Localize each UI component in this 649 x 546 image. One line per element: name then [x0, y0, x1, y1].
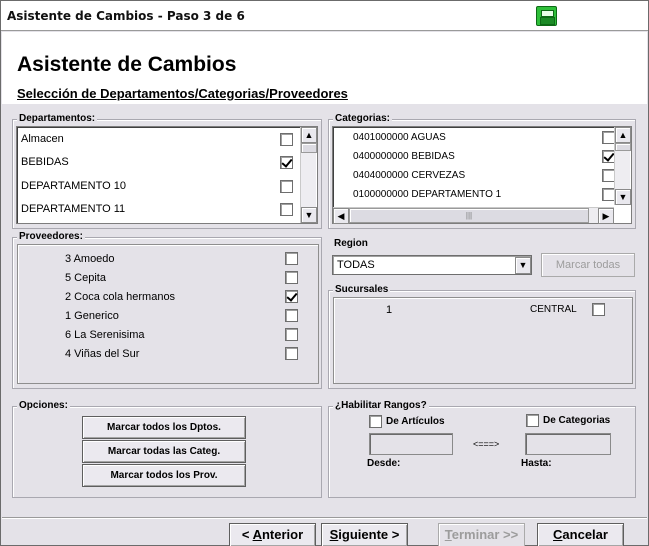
list-item-label: 6 La Serenisima [65, 329, 145, 341]
scroll-down-icon[interactable]: ▼ [615, 189, 631, 205]
sucursales-label: Sucursales [333, 284, 391, 295]
list-item-label: BEBIDAS [21, 156, 69, 168]
categorias-group: Categorias: 0401000000 AGUAS 0400000000 … [328, 113, 636, 229]
proveedores-group: Proveedores: 3 Amoedo 5 Cepita 2 Coca co… [12, 231, 322, 389]
list-item-label: 3 Amoedo [65, 253, 115, 265]
departamentos-group: Departamentos: Almacen BEBIDAS DEPARTAME… [12, 113, 322, 229]
sucursal-id: 1 [386, 304, 393, 316]
proveedor-checkbox[interactable] [285, 328, 298, 341]
desde-label: Desde: [367, 458, 401, 469]
scroll-up-icon[interactable]: ▲ [615, 127, 631, 143]
header-panel: Asistente de Cambios Selección de Depart… [2, 32, 647, 104]
rango-desde-input[interactable] [369, 433, 453, 455]
marcar-todas-button[interactable]: Marcar todas [541, 253, 635, 277]
region-selected-value: TODAS [337, 259, 375, 271]
range-arrow: <===> [473, 439, 500, 449]
categorias-hscrollbar[interactable]: ◀ ||| ▶ [333, 207, 614, 224]
rango-categorias-label: De Categorias [543, 415, 611, 426]
departamento-checkbox[interactable] [280, 180, 293, 193]
terminar-button[interactable]: Terminar >> [438, 523, 525, 546]
list-item-label: 0401000000 AGUAS [353, 132, 446, 143]
cancelar-accesskey: C [553, 527, 563, 542]
cancelar-label: ancelar [562, 527, 608, 542]
list-item-label: DEPARTAMENTO 10 [21, 180, 126, 192]
list-item-label: 0100000000 DEPARTAMENTO 1 [353, 189, 502, 200]
rango-articulos-checkbox[interactable] [369, 415, 382, 428]
scroll-right-icon[interactable]: ▶ [598, 208, 614, 224]
cancelar-button[interactable]: Cancelar [537, 523, 624, 546]
wizard-window: Asistente de Cambios - Paso 3 de 6 Asist… [0, 0, 649, 546]
marcar-todos-dptos-button[interactable]: Marcar todos los Dptos. [82, 416, 246, 439]
sucursal-name: CENTRAL [530, 304, 577, 315]
list-item-label: Almacen [21, 133, 64, 145]
scroll-down-icon[interactable]: ▼ [301, 207, 317, 223]
proveedor-checkbox[interactable] [285, 271, 298, 284]
categorias-vscrollbar[interactable]: ▲ ▼ [614, 127, 631, 205]
opciones-group: Opciones: Marcar todos los Dptos. Marcar… [12, 400, 322, 498]
rangos-label: ¿Habilitar Rangos? [333, 400, 429, 411]
marcar-todos-prov-button[interactable]: Marcar todos los Prov. [82, 464, 246, 487]
list-item-label: DEPARTAMENTO 11 [21, 203, 126, 215]
terminar-suffix: >> [499, 527, 519, 542]
list-item-label: 5 Cepita [65, 272, 106, 284]
anterior-prefix: < [241, 527, 253, 542]
departamentos-list[interactable]: Almacen BEBIDAS DEPARTAMENTO 10 DEPARTAM… [16, 126, 318, 224]
rangos-group: ¿Habilitar Rangos? De Artículos De Categ… [328, 400, 636, 498]
scroll-left-icon[interactable]: ◀ [333, 208, 349, 224]
siguiente-accesskey: S [329, 527, 339, 542]
terminar-accesskey: T [444, 527, 452, 542]
sucursal-checkbox[interactable] [592, 303, 605, 316]
list-item-label: 0400000000 BEBIDAS [353, 151, 455, 162]
terminar-label: erminar [451, 527, 500, 542]
anterior-button[interactable]: < Anterior [229, 523, 316, 546]
rango-articulos-label: De Artículos [386, 416, 445, 427]
list-item-label: 2 Coca cola hermanos [65, 291, 176, 303]
page-title: Asistente de Cambios [17, 53, 237, 76]
marcar-todas-categ-button[interactable]: Marcar todas las Categ. [82, 440, 246, 463]
region-label: Region [334, 238, 368, 249]
page-subtitle: Selección de Departamentos/Categorias/Pr… [17, 86, 348, 101]
anterior-accesskey: A [252, 527, 262, 542]
opciones-label: Opciones: [17, 400, 70, 411]
proveedores-list[interactable]: 3 Amoedo 5 Cepita 2 Coca cola hermanos 1… [17, 244, 319, 384]
siguiente-label: iguiente [338, 527, 389, 542]
departamentos-label: Departamentos: [17, 113, 98, 124]
rango-categorias-checkbox[interactable] [526, 414, 539, 427]
list-item-label: 1 Generico [65, 310, 119, 322]
rango-hasta-input[interactable] [525, 433, 611, 455]
proveedor-checkbox[interactable] [285, 347, 298, 360]
footer-separator [2, 517, 647, 519]
categorias-label: Categorias: [333, 113, 393, 124]
anterior-label: nterior [261, 527, 304, 542]
siguiente-button[interactable]: Siguiente > [321, 523, 408, 546]
region-select[interactable]: TODAS ▼ [332, 255, 532, 275]
list-item-label: 0404000000 CERVEZAS [353, 170, 466, 181]
proveedor-checkbox[interactable] [285, 309, 298, 322]
categorias-list[interactable]: 0401000000 AGUAS 0400000000 BEBIDAS 0404… [332, 126, 632, 224]
chevron-down-icon[interactable]: ▼ [515, 257, 531, 274]
list-item-label: 4 Viñas del Sur [65, 348, 140, 360]
title-bar: Asistente de Cambios - Paso 3 de 6 [1, 1, 648, 31]
sucursales-list[interactable]: 1 CENTRAL [333, 297, 633, 384]
printer-icon[interactable] [536, 6, 557, 26]
scroll-thumb[interactable] [301, 143, 317, 153]
proveedor-checkbox[interactable] [285, 252, 298, 265]
proveedor-checkbox[interactable] [285, 290, 298, 303]
departamento-checkbox[interactable] [280, 156, 293, 169]
departamentos-scrollbar[interactable]: ▲ ▼ [300, 127, 317, 223]
siguiente-suffix: > [388, 527, 400, 542]
proveedores-label: Proveedores: [17, 231, 85, 242]
departamento-checkbox[interactable] [280, 203, 293, 216]
departamento-checkbox[interactable] [280, 133, 293, 146]
scroll-thumb[interactable]: ||| [349, 208, 589, 223]
window-title: Asistente de Cambios - Paso 3 de 6 [7, 9, 245, 23]
sucursales-group: Sucursales 1 CENTRAL [328, 284, 636, 389]
scroll-thumb[interactable] [615, 143, 631, 151]
hasta-label: Hasta: [521, 458, 552, 469]
scroll-up-icon[interactable]: ▲ [301, 127, 317, 143]
